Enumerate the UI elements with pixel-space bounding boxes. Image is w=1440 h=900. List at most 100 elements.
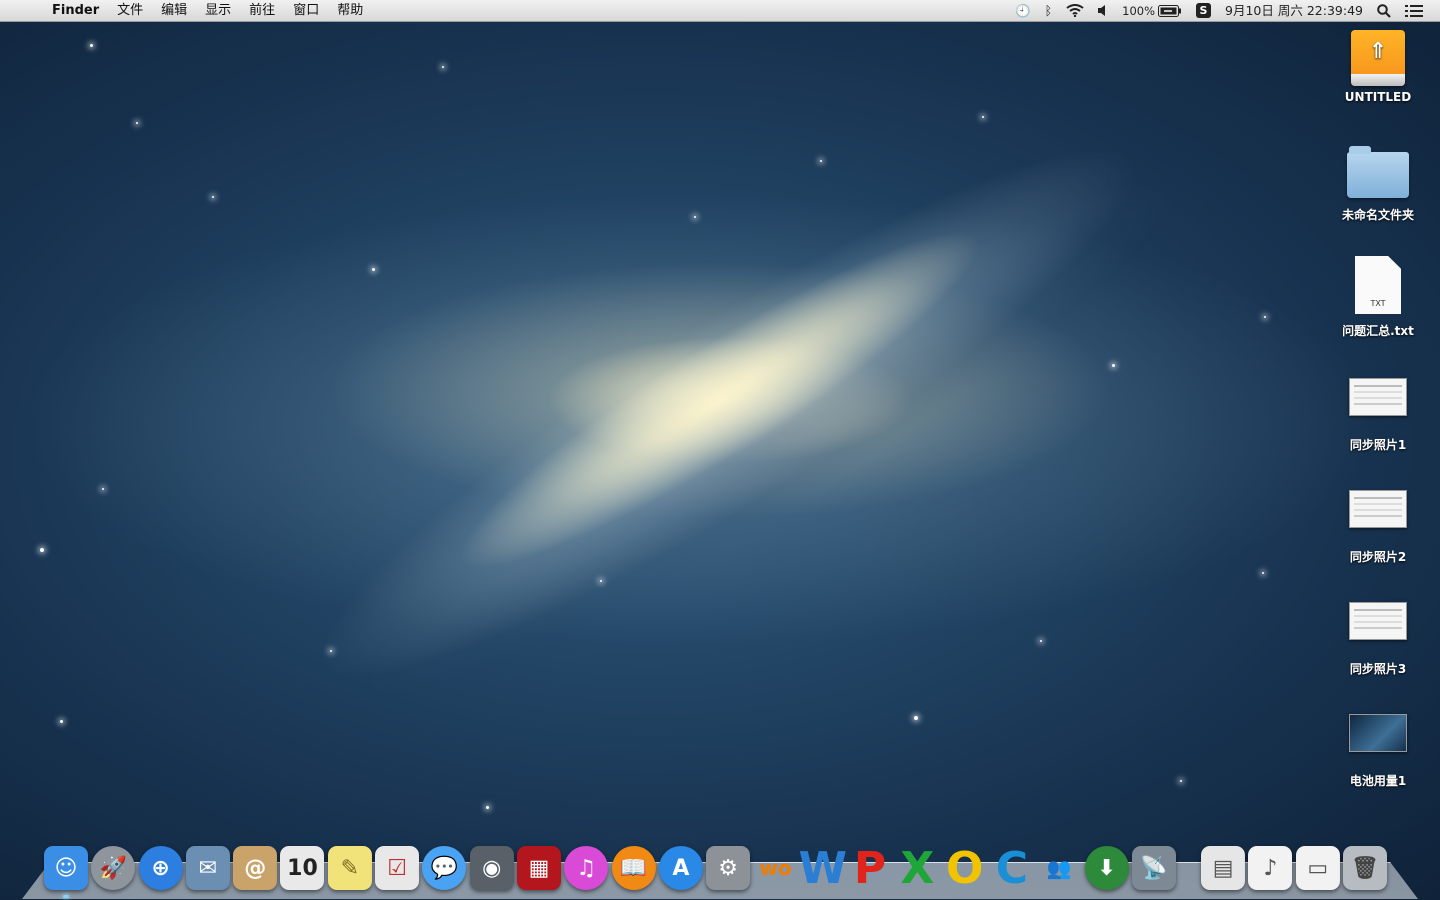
dock-excel-icon[interactable]: X [895, 843, 939, 894]
menu-bar: Finder 文件 编辑 显示 前往 窗口 帮助 🕘 ᛒ 100% S 9月10… [0, 0, 1440, 22]
dock-screenshots-stack-icon[interactable]: ▭ [1295, 846, 1340, 890]
galaxy-wallpaper [97, 0, 1343, 867]
screenshot-thumbnail-icon [1349, 714, 1407, 752]
battery-percent[interactable]: 100% [1115, 0, 1189, 22]
dock-glyph: X [900, 842, 935, 894]
dock-music-stack-icon[interactable]: ♪ [1248, 846, 1293, 890]
dock-glyph: ▦ [528, 855, 550, 881]
star [1112, 364, 1115, 367]
desktop-icon-label: 同步照片1 [1349, 438, 1407, 452]
dock-notes-icon[interactable]: ✎ [327, 846, 372, 890]
dock-glyph: ✉ [198, 855, 218, 881]
star [212, 196, 214, 198]
dock-word-icon[interactable]: W [798, 843, 847, 894]
star [600, 580, 602, 582]
dock-communicator-icon[interactable]: C [990, 843, 1034, 894]
star [982, 116, 984, 118]
star [1262, 572, 1264, 574]
dock-reminders-icon[interactable]: ☑ [375, 846, 420, 890]
notification-center-icon[interactable] [1398, 0, 1430, 22]
dock-remote-desktop-icon[interactable]: 📡 [1131, 846, 1176, 890]
dock-glyph: ☺ [54, 855, 78, 881]
input-method-icon[interactable]: S [1189, 0, 1218, 22]
menu-file[interactable]: 文件 [108, 0, 152, 22]
volume-icon[interactable] [1091, 0, 1115, 22]
star [486, 806, 489, 809]
desktop-icon-label: 电池用量1 [1349, 774, 1407, 788]
dock-glyph: A [672, 855, 690, 881]
dock-messenger-icon[interactable]: 👥 [1037, 846, 1081, 890]
dock-powerpoint-icon[interactable]: P [848, 843, 892, 894]
clock-time: 22:39:49 [1306, 2, 1363, 18]
star [1180, 780, 1182, 782]
app-menu-finder[interactable]: Finder [44, 0, 108, 22]
desktop-icon-screenshot-1[interactable]: 同步照片1 [1328, 378, 1428, 453]
dock-messages-icon[interactable]: 💬 [422, 846, 467, 890]
dock-facetime-icon[interactable]: ◉ [469, 846, 514, 890]
desktop-icon-screenshot-3[interactable]: 同步照片3 [1328, 602, 1428, 677]
time-machine-icon[interactable]: 🕘 [1008, 0, 1038, 22]
menu-edit[interactable]: 编辑 [152, 0, 196, 22]
dock-glyph: ♫ [576, 855, 597, 881]
desktop-icon-usb-drive[interactable]: ⇑ UNTITLED [1328, 30, 1428, 104]
dock-glyph: ✎ [340, 855, 359, 881]
star [1264, 316, 1266, 318]
dock-mail-icon[interactable]: ✉ [185, 846, 230, 890]
dock-photo-booth-icon[interactable]: ▦ [516, 846, 561, 890]
dock-wo-app-icon[interactable]: wo [753, 846, 797, 890]
dock-glyph: ▭ [1307, 855, 1329, 881]
bluetooth-icon[interactable]: ᛒ [1038, 0, 1060, 22]
star [102, 488, 104, 490]
screenshot-thumbnail-icon [1349, 602, 1407, 640]
dock-glyph: ⬇ [1097, 855, 1116, 881]
dock-ibooks-icon[interactable]: 📖 [611, 846, 656, 890]
dock-launchpad-icon[interactable]: 🚀 [91, 846, 136, 890]
dock-glyph: ⊕ [151, 855, 170, 881]
star [40, 548, 44, 552]
dock-finder-icon[interactable]: ☺ [44, 846, 88, 898]
desktop-icon-label: 同步照片3 [1349, 662, 1407, 676]
dock-app-store-icon[interactable]: A [658, 846, 703, 890]
dock-glyph: P [853, 842, 887, 894]
dock-glyph: 💬 [430, 855, 459, 881]
dock-contacts-icon[interactable]: @ [233, 846, 278, 890]
dock-trash-icon[interactable]: 🗑 [1343, 846, 1388, 890]
folder-icon [1347, 146, 1409, 198]
star [90, 44, 93, 47]
clock-weekday: 周六 [1277, 2, 1303, 18]
menu-help[interactable]: 帮助 [328, 0, 372, 22]
spotlight-icon[interactable] [1370, 0, 1398, 22]
text-file-icon: TXT [1355, 256, 1401, 314]
dock-download-manager-icon[interactable]: ⬇ [1084, 846, 1129, 890]
desktop-icon-screenshot-2[interactable]: 同步照片2 [1328, 490, 1428, 565]
dock-outlook-icon[interactable]: O [943, 843, 987, 894]
dock-glyph: ☑ [387, 855, 407, 881]
menu-view[interactable]: 显示 [196, 0, 240, 22]
dock-document-stack-icon[interactable]: ▤ [1201, 846, 1246, 890]
star [820, 160, 822, 162]
desktop-icon-label: UNTITLED [1344, 90, 1412, 104]
dock-glyph: ▤ [1212, 855, 1234, 881]
dock-itunes-icon[interactable]: ♫ [564, 846, 609, 890]
clock[interactable]: 9月10日 周六 22:39:49 [1218, 0, 1370, 22]
dock-glyph: 📖 [619, 855, 648, 881]
desktop-icon-folder[interactable]: 未命名文件夹 [1328, 142, 1428, 223]
star [330, 650, 332, 652]
dock-glyph: ⚙ [718, 855, 739, 881]
running-indicator [63, 895, 69, 898]
menu-window[interactable]: 窗口 [284, 0, 328, 22]
screenshot-thumbnail-icon [1349, 378, 1407, 416]
screenshot-thumbnail-icon [1349, 490, 1407, 528]
dock-glyph: 10 [287, 855, 318, 881]
desktop-icon-battery-screenshot[interactable]: 电池用量1 [1328, 714, 1428, 789]
dock-system-preferences-icon[interactable]: ⚙ [706, 846, 751, 890]
dock-glyph: C [995, 842, 1029, 894]
wifi-icon[interactable] [1059, 0, 1091, 22]
dock-glyph: wo [759, 856, 792, 880]
dock-safari-icon[interactable]: ⊕ [138, 846, 183, 890]
dock-calendar-icon[interactable]: 10 [280, 846, 325, 890]
battery-icon [1158, 4, 1182, 17]
dock-glyph: ♪ [1263, 855, 1278, 881]
menu-go[interactable]: 前往 [240, 0, 284, 22]
desktop-icon-txt-file[interactable]: TXT 问题汇总.txt [1328, 256, 1428, 339]
